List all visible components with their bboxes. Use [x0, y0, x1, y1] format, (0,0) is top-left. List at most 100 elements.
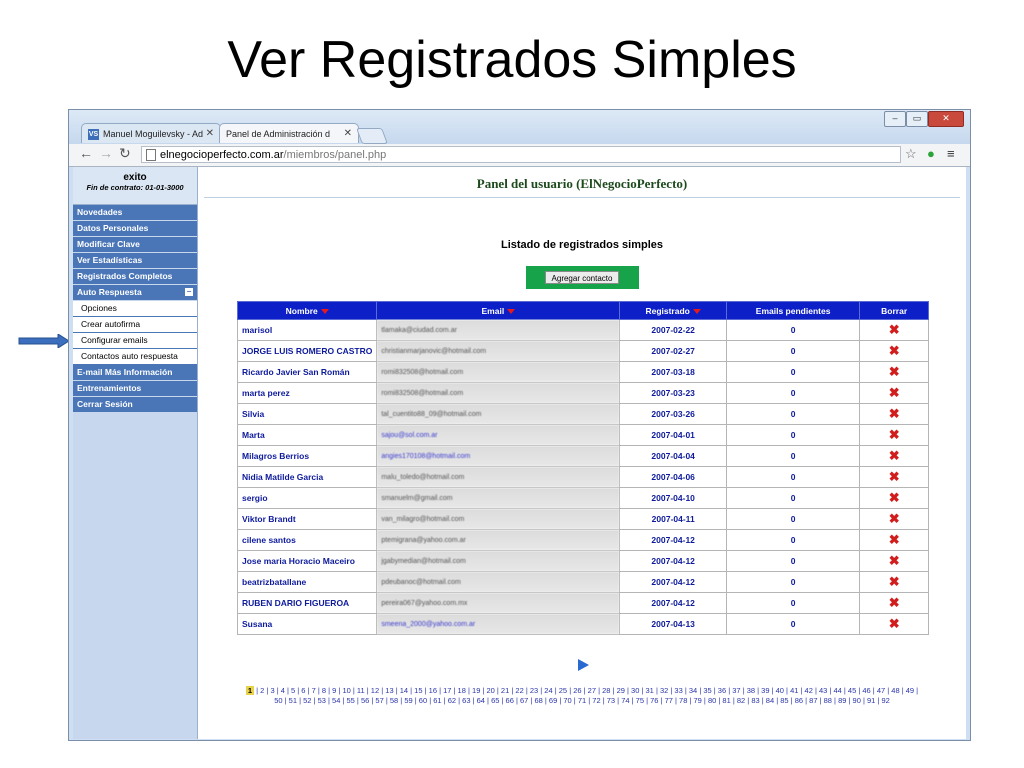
cell-email[interactable]: van_milagro@hotmail.com — [376, 508, 621, 530]
cell-pending: 0 — [725, 487, 861, 509]
cell-email[interactable]: tlamaka@ciudad.com.ar — [376, 319, 621, 341]
cell-email[interactable]: malu_toledo@hotmail.com — [376, 466, 621, 488]
sidebar-item-datos-personales[interactable]: Datos Personales — [73, 221, 197, 237]
delete-icon[interactable]: ✖ — [859, 319, 929, 341]
extension-leaf-icon[interactable]: ● — [927, 146, 935, 161]
delete-icon[interactable]: ✖ — [859, 613, 929, 635]
delete-icon[interactable]: ✖ — [859, 361, 929, 383]
cell-name[interactable]: marta perez — [236, 382, 378, 404]
cell-name[interactable]: Nidia Matilde Garcia — [236, 466, 378, 488]
tab-manuel[interactable]: VS Manuel Moguilevsky - Ad ✕ — [81, 123, 221, 143]
divider — [204, 197, 960, 198]
reload-icon[interactable]: ↻ — [119, 145, 131, 162]
cell-name[interactable]: Viktor Brandt — [236, 508, 378, 530]
cell-name[interactable]: Ricardo Javier San Román — [236, 361, 378, 383]
delete-icon[interactable]: ✖ — [859, 466, 929, 488]
delete-icon[interactable]: ✖ — [859, 508, 929, 530]
close-tab-icon[interactable]: ✕ — [344, 124, 352, 143]
bookmark-star-icon[interactable]: ☆ — [905, 146, 917, 162]
next-arrow-icon[interactable] — [578, 659, 589, 671]
browser-window: VS Manuel Moguilevsky - Ad ✕ Panel de Adm… — [68, 109, 971, 741]
sidebar-item-cerrar-sesion[interactable]: Cerrar Sesión — [73, 397, 197, 413]
window-controls: – ▭ ✕ — [884, 111, 964, 127]
cell-email[interactable]: jgabymedian@hotmail.com — [376, 550, 621, 572]
cell-date: 2007-03-23 — [619, 382, 727, 404]
tab-panel-admin[interactable]: Panel de Administración d ✕ — [219, 123, 359, 143]
forward-arrow-icon[interactable]: → — [99, 145, 113, 161]
delete-icon[interactable]: ✖ — [859, 529, 929, 551]
table-row: Marta sajou@sol.com.ar 2007-04-01 0 ✖ — [236, 424, 929, 446]
delete-icon[interactable]: ✖ — [859, 487, 929, 509]
sidebar-item-label: Auto Respuesta — [77, 287, 142, 297]
collapse-icon[interactable]: − — [185, 288, 193, 296]
cell-email[interactable]: romi832508@hotmail.com — [376, 382, 621, 404]
table-row: beatrizbatallane pdeubanoc@hotmail.com 200… — [236, 571, 929, 593]
cell-email[interactable]: christianmarjanovic@hotmail.com — [376, 340, 621, 362]
cell-date: 2007-04-11 — [619, 508, 727, 530]
cell-name[interactable]: marisol — [236, 319, 378, 341]
cell-name[interactable]: Silvia — [236, 403, 378, 425]
subitem-opciones[interactable]: Opciones — [73, 301, 197, 317]
cell-pending: 0 — [725, 466, 861, 488]
cell-name[interactable]: sergio — [236, 487, 378, 509]
new-tab-button[interactable] — [356, 128, 388, 144]
cell-email[interactable]: angies170108@hotmail.com — [376, 445, 621, 467]
sidebar-item-ver-estadisticas[interactable]: Ver Estadísticas — [73, 253, 197, 269]
delete-icon[interactable]: ✖ — [859, 424, 929, 446]
page-links-line2[interactable]: 50 | 51 | 52 | 53 | 54 | 55 | 56 | 57 | … — [274, 696, 890, 705]
subitem-contactos-auto-respuesta[interactable]: Contactos auto respuesta — [73, 349, 197, 365]
cell-email[interactable]: smeena_2000@yahoo.com.ar — [376, 613, 621, 635]
sidebar-item-email-mas-info[interactable]: E-mail Más Información — [73, 365, 197, 381]
table-row: Ricardo Javier San Román romi832508@hotma… — [236, 361, 929, 383]
cell-name[interactable]: JORGE LUIS ROMERO CASTRO — [236, 340, 378, 362]
cell-email[interactable]: pdeubanoc@hotmail.com — [376, 571, 621, 593]
table-row: Susana smeena_2000@yahoo.com.ar 2007-04-13… — [236, 613, 929, 635]
col-header-borrar: Borrar — [859, 301, 929, 320]
cell-email[interactable]: tal_cuentito88_09@hotmail.com — [376, 403, 621, 425]
header-label: Nombre — [285, 305, 318, 316]
pagination: 1 | 2 | 3 | 4 | 5 | 6 | 7 | 8 | 9 | 10 |… — [200, 686, 964, 706]
add-contact-button[interactable]: Agregar contacto — [545, 271, 619, 284]
delete-icon[interactable]: ✖ — [859, 382, 929, 404]
cell-name[interactable]: Marta — [236, 424, 378, 446]
table-row: Milagros Berrios angies170108@hotmail.com… — [236, 445, 929, 467]
sidebar-item-registrados-completos[interactable]: Registrados Completos — [73, 269, 197, 285]
delete-icon[interactable]: ✖ — [859, 592, 929, 614]
back-arrow-icon[interactable]: ← — [79, 145, 93, 161]
address-bar[interactable]: elnegocioperfecto.com.ar/miembros/panel.… — [141, 146, 901, 163]
menu-icon[interactable]: ≡ — [947, 146, 955, 161]
cell-email[interactable]: romi832508@hotmail.com — [376, 361, 621, 383]
cell-pending: 0 — [725, 445, 861, 467]
cell-name[interactable]: Jose maria Horacio Maceiro — [236, 550, 378, 572]
delete-icon[interactable]: ✖ — [859, 445, 929, 467]
subitem-configurar-emails[interactable]: Configurar emails — [73, 333, 197, 349]
col-header-registrado[interactable]: Registrado — [619, 301, 727, 320]
cell-name[interactable]: RUBEN DARIO FIGUEROA — [236, 592, 378, 614]
delete-icon[interactable]: ✖ — [859, 550, 929, 572]
sidebar-item-auto-respuesta[interactable]: Auto Respuesta − — [73, 285, 197, 301]
cell-email[interactable]: sajou@sol.com.ar — [376, 424, 621, 446]
cell-email[interactable]: smanuelm@gmail.com — [376, 487, 621, 509]
url-host: elnegocioperfecto.com.ar — [160, 149, 284, 161]
minimize-icon[interactable]: – — [884, 111, 906, 127]
delete-icon[interactable]: ✖ — [859, 340, 929, 362]
sidebar-item-modificar-clave[interactable]: Modificar Clave — [73, 237, 197, 253]
sidebar-item-entrenamientos[interactable]: Entrenamientos — [73, 381, 197, 397]
delete-icon[interactable]: ✖ — [859, 403, 929, 425]
cell-date: 2007-03-18 — [619, 361, 727, 383]
page-links-line1[interactable]: | 2 | 3 | 4 | 5 | 6 | 7 | 8 | 9 | 10 | 1… — [256, 686, 918, 695]
cell-name[interactable]: cilene santos — [236, 529, 378, 551]
cell-name[interactable]: Susana — [236, 613, 378, 635]
cell-email[interactable]: ptemigrana@yahoo.com.ar — [376, 529, 621, 551]
col-header-email[interactable]: Email — [376, 301, 621, 320]
sidebar-item-novedades[interactable]: Novedades — [73, 205, 197, 221]
delete-icon[interactable]: ✖ — [859, 571, 929, 593]
maximize-icon[interactable]: ▭ — [906, 111, 928, 127]
cell-email[interactable]: pereira067@yahoo.com.mx — [376, 592, 621, 614]
subitem-crear-autofirma[interactable]: Crear autofirma — [73, 317, 197, 333]
cell-name[interactable]: beatrizbatallane — [236, 571, 378, 593]
cell-name[interactable]: Milagros Berrios — [236, 445, 378, 467]
close-window-icon[interactable]: ✕ — [928, 111, 964, 127]
col-header-nombre[interactable]: Nombre — [236, 301, 378, 320]
close-tab-icon[interactable]: ✕ — [206, 124, 214, 143]
